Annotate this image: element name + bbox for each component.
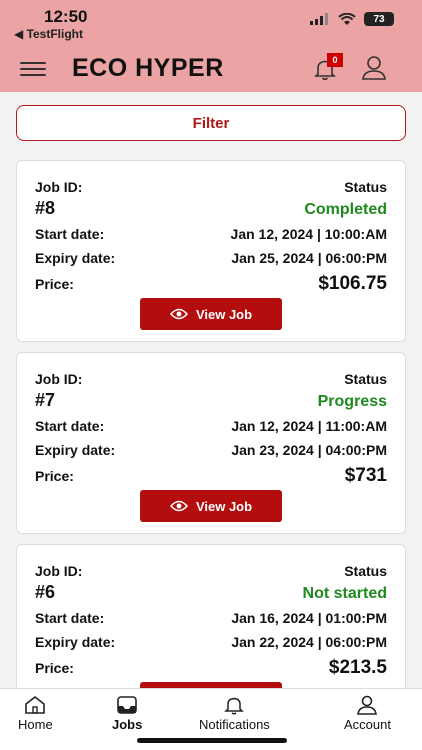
job-id-label: Job ID: — [35, 563, 83, 579]
view-job-button[interactable]: View Job — [140, 298, 282, 330]
nav-account-label: Account — [344, 717, 391, 732]
nav-notifications-label: Notifications — [199, 717, 270, 732]
status-value: Not started — [302, 585, 387, 602]
view-job-label: View Job — [195, 306, 253, 322]
home-indicator — [137, 738, 287, 743]
user-profile-icon[interactable] — [360, 54, 388, 82]
home-icon — [25, 695, 46, 714]
account-icon — [357, 695, 378, 715]
start-date-value: Jan 12, 2024 | 11:00:AM — [231, 418, 387, 434]
battery-icon: 73 — [364, 12, 394, 26]
job-id-value: #8 — [35, 198, 56, 218]
nav-account[interactable]: Account — [344, 695, 391, 732]
nav-jobs-label: Jobs — [112, 717, 143, 732]
filter-button[interactable]: Filter — [16, 105, 406, 141]
expiry-date-value: Jan 23, 2024 | 04:00:PM — [231, 442, 387, 458]
nav-notifications[interactable]: Notifications — [199, 695, 270, 732]
notification-badge: 0 — [327, 53, 343, 67]
view-job-button[interactable]: View Job — [140, 490, 282, 522]
nav-home-label: Home — [18, 717, 53, 732]
nav-jobs[interactable]: Jobs — [112, 695, 142, 732]
status-value: Progress — [317, 393, 387, 410]
price-value: $731 — [344, 465, 387, 486]
back-to-testflight[interactable]: ◀ TestFlight — [14, 27, 83, 41]
status-icons: 73 — [310, 12, 394, 26]
status-value: Completed — [304, 201, 387, 218]
job-card: Job ID: Status #7 Progress Start date: J… — [16, 352, 406, 534]
start-date-value: Jan 16, 2024 | 01:00:PM — [231, 610, 387, 626]
start-date-label: Start date: — [35, 610, 105, 626]
price-value: $213.5 — [328, 657, 387, 678]
price-value: $106.75 — [318, 273, 387, 294]
app-header: 12:50 ◀ TestFlight 73 ECO HYPER 0 — [0, 0, 422, 92]
wifi-icon — [338, 12, 356, 25]
expiry-date-label: Expiry date: — [35, 250, 116, 266]
job-id-value: #7 — [35, 390, 56, 410]
job-id-label: Job ID: — [35, 371, 83, 387]
price-label: Price: — [35, 660, 74, 676]
expiry-date-label: Expiry date: — [35, 442, 116, 458]
hamburger-menu-icon[interactable] — [20, 60, 46, 78]
app-title: ECO HYPER — [72, 54, 224, 82]
status-label: Status — [344, 371, 387, 387]
job-id-value: #6 — [35, 582, 56, 602]
expiry-date-value: Jan 22, 2024 | 06:00:PM — [231, 634, 387, 650]
start-date-label: Start date: — [35, 226, 105, 242]
jobs-tray-icon — [117, 696, 137, 714]
start-date-value: Jan 12, 2024 | 10:00:AM — [230, 226, 387, 242]
expiry-date-label: Expiry date: — [35, 634, 116, 650]
status-time: 12:50 — [44, 7, 88, 26]
nav-home[interactable]: Home — [18, 695, 53, 732]
view-job-label: View Job — [195, 498, 253, 514]
price-label: Price: — [35, 468, 74, 484]
eye-icon — [169, 308, 188, 320]
eye-icon — [169, 500, 188, 512]
bell-icon — [224, 697, 245, 715]
expiry-date-value: Jan 25, 2024 | 06:00:PM — [231, 250, 387, 266]
start-date-label: Start date: — [35, 418, 105, 434]
status-label: Status — [344, 179, 387, 195]
signal-icon — [310, 13, 328, 25]
job-id-label: Job ID: — [35, 179, 83, 195]
status-label: Status — [344, 563, 387, 579]
job-card: Job ID: Status #8 Completed Start date: … — [16, 160, 406, 342]
price-label: Price: — [35, 276, 74, 292]
